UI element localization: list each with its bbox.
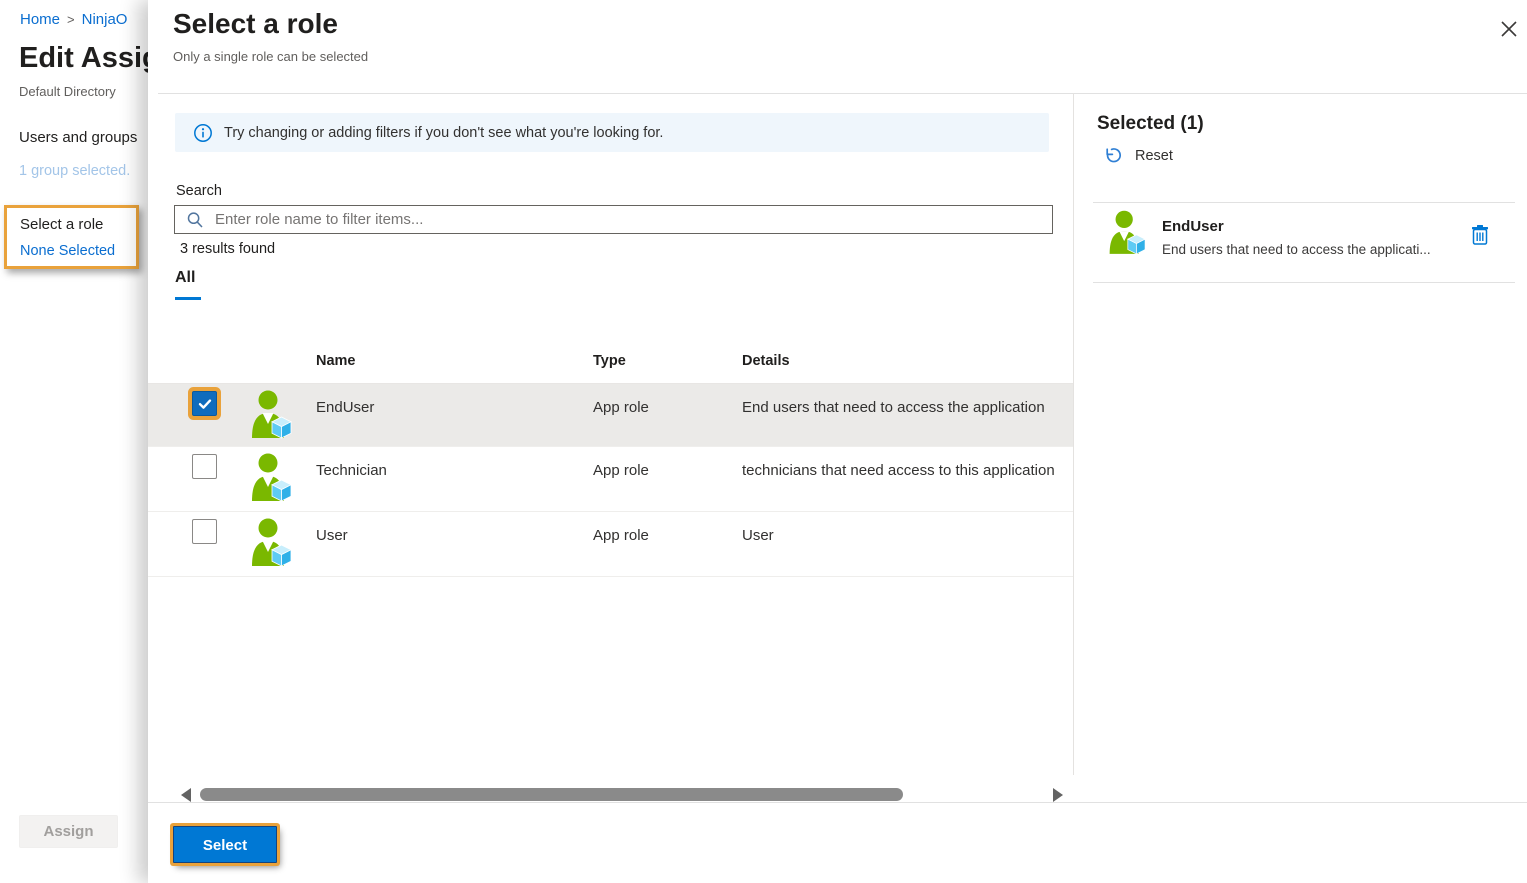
search-box xyxy=(174,205,1053,234)
app-role-person-icon xyxy=(248,390,292,440)
dialog-main-area: Try changing or adding filters if you do… xyxy=(148,93,1073,802)
select-role-label: Select a role xyxy=(20,216,103,233)
tab-all-underline xyxy=(175,297,201,300)
select-role-dialog: Select a role Only a single role can be … xyxy=(148,0,1527,883)
role-details: End users that need to access the applic… xyxy=(742,399,1073,416)
group-selected-link[interactable]: 1 group selected. xyxy=(19,163,130,179)
column-header-name[interactable]: Name xyxy=(316,353,356,369)
selected-panel: Selected (1) Reset EndUser End user xyxy=(1073,93,1527,802)
role-details: technicians that need access to this app… xyxy=(742,462,1073,479)
table-row[interactable]: User App role User xyxy=(148,512,1073,577)
page-subtitle: Default Directory xyxy=(19,84,116,99)
assign-button[interactable]: Assign xyxy=(19,815,118,848)
role-name: User xyxy=(316,527,348,544)
column-header-details[interactable]: Details xyxy=(742,353,790,369)
role-type: App role xyxy=(593,527,649,544)
role-type: App role xyxy=(593,399,649,416)
info-banner: Try changing or adding filters if you do… xyxy=(175,113,1049,152)
info-banner-text: Try changing or adding filters if you do… xyxy=(224,125,663,141)
page-title: Edit Assig xyxy=(19,42,160,75)
role-type: App role xyxy=(593,462,649,479)
role-details: User xyxy=(742,527,1073,544)
dialog-title: Select a role xyxy=(173,8,338,40)
selected-panel-title: Selected (1) xyxy=(1097,113,1204,135)
select-role-highlight-box: Select a role None Selected xyxy=(4,205,139,269)
footer-divider xyxy=(148,802,1527,803)
breadcrumb: Home > NinjaO xyxy=(20,11,127,28)
app-role-person-icon xyxy=(248,453,292,503)
reset-label: Reset xyxy=(1135,148,1173,164)
selected-item-details: End users that need to access the applic… xyxy=(1162,242,1452,257)
table-header: Name Type Details xyxy=(148,340,1073,384)
table-row[interactable]: EndUser App role End users that need to … xyxy=(148,384,1073,447)
reset-button[interactable]: Reset xyxy=(1102,146,1173,166)
selected-item-name: EndUser xyxy=(1162,218,1224,235)
select-button[interactable]: Select xyxy=(173,826,277,863)
app-role-person-icon xyxy=(1106,210,1146,256)
checkmark-icon xyxy=(197,396,213,412)
selected-panel-divider xyxy=(1093,202,1515,203)
breadcrumb-chevron-icon: > xyxy=(67,12,75,27)
row-checkbox-checked[interactable] xyxy=(192,391,217,416)
row-checkbox[interactable] xyxy=(192,454,217,479)
none-selected-link[interactable]: None Selected xyxy=(20,243,115,259)
search-input[interactable] xyxy=(215,211,1052,228)
search-label: Search xyxy=(176,183,222,199)
tab-all[interactable]: All xyxy=(175,269,195,287)
reset-undo-icon xyxy=(1102,146,1122,166)
selected-panel-divider xyxy=(1093,282,1515,283)
trash-icon[interactable] xyxy=(1470,224,1490,246)
breadcrumb-current-link[interactable]: NinjaO xyxy=(82,11,128,28)
info-icon xyxy=(193,123,213,143)
table-row[interactable]: Technician App role technicians that nee… xyxy=(148,447,1073,512)
close-icon[interactable] xyxy=(1496,16,1522,42)
users-and-groups-label: Users and groups xyxy=(19,129,137,146)
dialog-subtitle: Only a single role can be selected xyxy=(173,49,368,64)
app-role-person-icon xyxy=(248,518,292,568)
role-name: Technician xyxy=(316,462,387,479)
hscroll-right-arrow-icon[interactable] xyxy=(1053,788,1063,802)
search-icon xyxy=(186,211,204,229)
row-checkbox[interactable] xyxy=(192,519,217,544)
results-count: 3 results found xyxy=(180,241,275,257)
hscroll-thumb[interactable] xyxy=(200,788,903,801)
hscroll-left-arrow-icon[interactable] xyxy=(181,788,191,802)
breadcrumb-home-link[interactable]: Home xyxy=(20,11,60,28)
column-header-type[interactable]: Type xyxy=(593,353,626,369)
role-name: EndUser xyxy=(316,399,374,416)
